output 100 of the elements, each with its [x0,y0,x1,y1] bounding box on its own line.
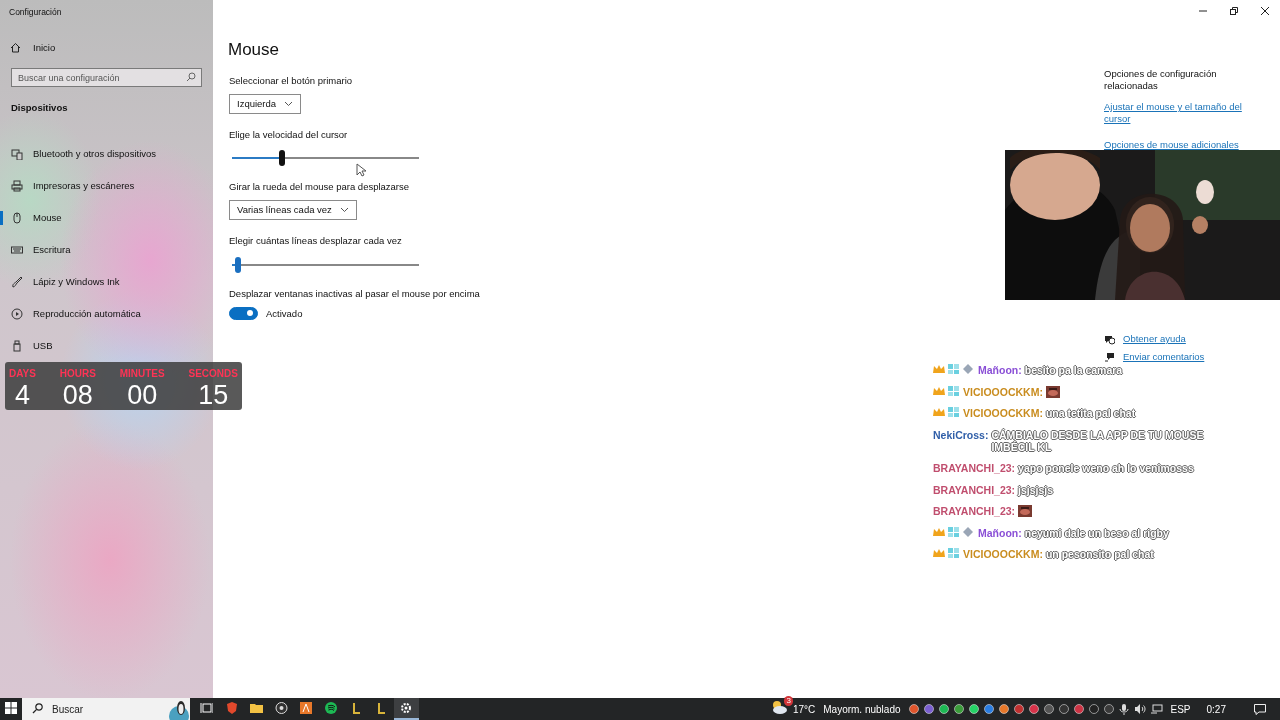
subscriber-icon [948,385,960,396]
diamond-icon [963,526,975,537]
subscriber-icon [948,548,960,558]
countdown-label: MINUTES [119,367,165,381]
shield-icon[interactable] [225,702,238,714]
crown-icon [933,364,945,374]
setting-label: Desplazar ventanas inactivas al pasar el mouse por encima [229,286,481,301]
taskbar-search-field[interactable]: Buscar [22,698,190,720]
search-field[interactable]: Buscar una configuración [11,68,202,87]
slider-thumb[interactable] [234,256,241,273]
setting-label: Girar la rueda del mouse para desplazarse [229,180,411,194]
tray-app-icon[interactable] [908,704,919,714]
chat-username: VICIOOOCKKM: [963,407,1043,419]
diamond-icon [963,364,975,374]
tray-app-icon[interactable] [983,704,994,714]
tray-app-icon[interactable] [1028,704,1039,714]
nav-item[interactable]: Escritura [0,234,213,267]
page-title: Mouse [228,39,281,61]
dropdown[interactable]: Izquierda [229,93,302,114]
dropdown[interactable]: Varias líneas cada vez [229,200,357,221]
setting-label: Elige la velocidad del cursor [229,127,349,142]
cursor-icon [356,163,366,177]
settings-link[interactable]: Ajustar el mouse y el tamaño del cursor [1104,101,1264,125]
chat-username: VICIOOOCKKM: [963,548,1043,560]
chat-message: yapo ponele weno ah lo venimosss [1018,462,1196,474]
chat-username: VICIOOOCKKM: [963,385,1043,398]
settings-link[interactable]: Opciones de mouse adicionales [1104,139,1264,151]
window-title: Configuración [8,6,63,19]
help-link[interactable]: Enviar comentarios [1123,351,1205,363]
tray-app-icon[interactable] [1058,704,1069,714]
notifications-icon[interactable] [1254,703,1266,715]
subscriber-icon [948,364,960,374]
volume-icon[interactable] [1133,704,1146,714]
tray-app-icon[interactable] [998,704,1009,714]
record-icon[interactable] [275,702,288,714]
tray-app-icon[interactable] [953,704,964,714]
nav-item[interactable]: USB [0,330,213,363]
chat-message: neyumi dale un beso al rigby [1024,526,1171,539]
search-icon [186,72,196,82]
mouse-icon [11,212,23,225]
nav-item[interactable]: Lápiz y Windows Ink [0,266,213,299]
tray-app-icon[interactable] [968,704,979,714]
nav-item[interactable]: Bluetooth y otros dispositivos [0,138,213,171]
crown-icon [933,548,945,558]
tray-app-icon[interactable] [1013,704,1024,714]
microphone-icon[interactable] [1118,703,1129,715]
play-icon [11,308,23,321]
launcher-icon[interactable] [375,702,388,714]
folder-icon[interactable] [250,702,263,714]
chat-message: una tetita pal chat [1045,407,1137,419]
clock[interactable]: 0:27 [1206,701,1226,717]
chat-username: BRAYANCHI_23: [933,505,1016,517]
slider[interactable] [229,256,419,273]
nav-item[interactable]: Impresoras y escáneres [0,170,213,203]
crown-icon [933,526,945,537]
app-icon[interactable] [300,702,313,714]
tray-app-icon[interactable] [938,704,949,714]
home-icon[interactable] [10,42,21,54]
tray-app-icon[interactable] [1073,704,1084,714]
chat-username: Mañoon: [978,526,1022,539]
chat-message: un pesonsito pal chat [1045,548,1156,560]
countdown-label: HOURS [59,367,96,381]
toggle-state: Activado [266,306,303,321]
start-icon[interactable] [5,702,17,714]
network-icon[interactable] [1150,704,1163,714]
slider[interactable] [229,150,419,166]
home-link[interactable]: Inicio [33,40,56,55]
tray-app-icon[interactable] [1088,704,1099,714]
tray-app-icon[interactable] [1043,704,1054,714]
nav-item[interactable]: Reproducción automática [0,298,213,331]
countdown-value: 08 [62,381,93,409]
countdown-value: 4 [14,381,30,409]
toggle-switch[interactable] [229,307,258,321]
chevron-icon [284,100,294,107]
temperature: 17°C [792,702,816,717]
task-view-icon[interactable] [200,702,213,714]
tray-app-icon[interactable] [923,704,934,714]
chevron-icon [339,207,349,214]
language-indicator[interactable]: ESP [1170,701,1191,717]
printer-icon [11,180,23,193]
launcher-icon[interactable] [350,702,363,714]
chat-username: NekiCross: [933,428,989,441]
music-icon[interactable] [325,702,338,714]
weather-icon[interactable] [770,699,787,714]
help-icon [1104,333,1115,345]
settings-icon[interactable] [400,702,413,714]
chat-username: BRAYANCHI_23: [933,462,1016,474]
chat-username: Mañoon: [978,364,1022,376]
chat-message: jsjsjsjs [1018,483,1055,496]
nav-item[interactable]: Mouse [0,202,213,235]
crown-icon [933,407,945,417]
countdown-label: DAYS [9,367,36,381]
slider-thumb[interactable] [278,150,285,166]
weather-status: Mayorm. nublado [823,702,901,717]
help-link[interactable]: Obtener ayuda [1123,333,1186,345]
tray-app-icon[interactable] [1103,704,1114,714]
keyboard-icon [11,244,23,257]
subscriber-icon [948,407,960,417]
chat-message: CÁMBIALO DESDE LA APP DE TU MOUSE IMBÉCIL KL [991,428,1205,453]
subscriber-icon [948,526,960,537]
